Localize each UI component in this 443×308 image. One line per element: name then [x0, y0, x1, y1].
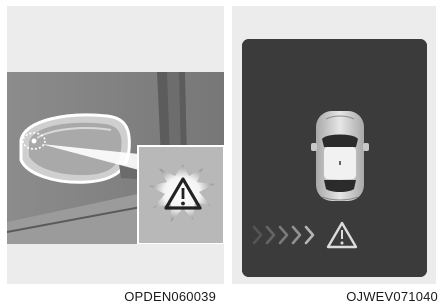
vehicle-top-view-icon — [311, 111, 369, 201]
vehicle-warning-display — [242, 39, 427, 277]
figure-left-panel — [7, 6, 224, 284]
manual-figures: OPDEN060039 OJWEV071040 — [0, 0, 443, 308]
side-mirror-illustration — [7, 72, 224, 244]
cluster-display — [242, 39, 427, 277]
figure-right-panel — [232, 6, 436, 284]
figure-left-caption: OPDEN060039 — [124, 289, 216, 304]
figure-right-caption: OJWEV071040 — [346, 289, 438, 304]
